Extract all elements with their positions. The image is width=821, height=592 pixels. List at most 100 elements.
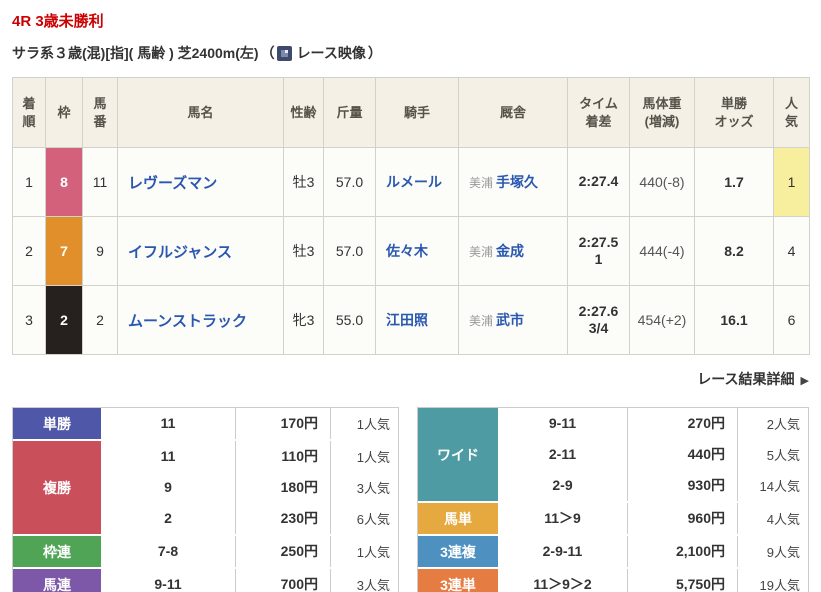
- paren-close: ）: [367, 45, 382, 61]
- popularity: 5人気: [766, 448, 800, 463]
- stable-area: 美浦: [469, 176, 494, 190]
- race-conditions: サラ系３歳(混)[指]( 馬齢 ) 芝2400m(左) （ レース映像 ）: [12, 43, 809, 63]
- popularity: 9人気: [766, 545, 800, 560]
- payout-table-left: 単勝 11 170円 1人気 複勝 11 110円 1人気 9 180円 3人気 2 230円…: [12, 407, 399, 592]
- favorite-rank: 1: [773, 147, 810, 217]
- col-body-weight: 馬体重 (増減): [629, 77, 695, 148]
- result-row-2: 2 7 9 イフルジャンス 牡3 57.0 佐々木 美浦 金成 2:27.5 1 4…: [12, 216, 810, 286]
- payout-group-trifecta: 3連単 11＞9＞2 5,750円 19人気: [418, 569, 808, 592]
- results-table: 着順 枠 馬番 馬名 性齢 斤量 騎手 厩舎 タイム 着差 馬体重 (増減) 単勝オ…: [12, 77, 810, 355]
- combination: 11: [101, 441, 236, 472]
- favorite-rank: 4: [773, 216, 810, 286]
- sex-age: 牡3: [283, 147, 324, 217]
- stable-area: 美浦: [469, 314, 494, 328]
- popularity: 1人気: [356, 545, 390, 560]
- bet-type-label: ワイド: [418, 408, 498, 501]
- combination: 2: [101, 503, 236, 534]
- col-bracket: 枠: [45, 77, 83, 148]
- carried-weight: 57.0: [323, 216, 376, 286]
- col-stable: 厩舎: [458, 77, 568, 148]
- win-odds: 1.7: [694, 147, 774, 217]
- finish-position: 2: [12, 216, 46, 286]
- bracket-badge: 8: [46, 148, 82, 216]
- popularity: 3人気: [356, 578, 390, 592]
- payout-row: 7-8 250円 1人気: [101, 536, 398, 567]
- combination: 2-11: [498, 439, 628, 470]
- payout-amount: 270円: [628, 408, 738, 439]
- bet-type-label: 3連複: [418, 536, 498, 567]
- col-favorite: 人気: [773, 77, 810, 148]
- bet-type-label: 馬連: [13, 569, 101, 592]
- result-row-3: 3 2 2 ムーンストラック 牝3 55.0 江田照 美浦 武市 2:27.6 3/…: [12, 285, 810, 355]
- trainer-link[interactable]: 手塚久: [496, 174, 538, 190]
- jockey-link[interactable]: 江田照: [386, 312, 428, 328]
- results-header-row: 着順 枠 馬番 馬名 性齢 斤量 騎手 厩舎 タイム 着差 馬体重 (増減) 単勝オ…: [12, 77, 810, 148]
- bet-type-label: 3連単: [418, 569, 498, 592]
- race-video-label: レース映像: [296, 45, 366, 61]
- popularity: 1人気: [356, 417, 390, 432]
- bet-type-label: 枠連: [13, 536, 101, 567]
- payout-amount: 230円: [236, 503, 331, 534]
- payout-row: 2-11 440円 5人気: [498, 439, 808, 470]
- bracket-badge: 2: [46, 286, 82, 354]
- payout-amount: 5,750円: [628, 569, 738, 592]
- combination: 11: [101, 408, 236, 439]
- carried-weight: 55.0: [323, 285, 376, 355]
- bracket-badge: 7: [46, 217, 82, 285]
- col-sex-age: 性齢: [283, 77, 324, 148]
- payout-group-quinella: 馬連 9-11 700円 3人気: [13, 569, 398, 592]
- payout-amount: 2,100円: [628, 536, 738, 567]
- stable-area: 美浦: [469, 245, 494, 259]
- horse-name-link[interactable]: ムーンストラック: [128, 313, 247, 330]
- body-weight: 440(-8): [629, 147, 695, 217]
- chevron-right-icon: ▶: [800, 375, 809, 387]
- time-margin: 2:27.6 3/4: [567, 285, 630, 355]
- popularity: 19人気: [759, 578, 800, 592]
- horse-name-link[interactable]: レヴーズマン: [128, 175, 217, 192]
- payout-row: 9-11 270円 2人気: [498, 408, 808, 439]
- combination: 2-9-11: [498, 536, 628, 567]
- popularity: 6人気: [356, 512, 390, 527]
- popularity: 3人気: [356, 481, 390, 496]
- col-carried-weight: 斤量: [323, 77, 376, 148]
- payout-amount: 180円: [236, 472, 331, 503]
- payout-group-place: 複勝 11 110円 1人気 9 180円 3人気 2 230円 6人気: [13, 441, 398, 534]
- horse-name-link[interactable]: イフルジャンス: [128, 244, 232, 261]
- body-weight: 454(+2): [629, 285, 695, 355]
- col-horse-name: 馬名: [117, 77, 284, 148]
- trainer-link[interactable]: 金成: [496, 243, 524, 259]
- payout-amount: 960円: [628, 503, 738, 534]
- popularity: 4人気: [766, 512, 800, 527]
- jockey-link[interactable]: ルメール: [386, 174, 442, 190]
- payout-amount: 700円: [236, 569, 331, 592]
- video-icon: [276, 45, 292, 61]
- combination: 11＞9＞2: [498, 569, 628, 592]
- payout-table-right: ワイド 9-11 270円 2人気 2-11 440円 5人気 2-9 930円 14人気 …: [417, 407, 809, 592]
- trainer-link[interactable]: 武市: [496, 312, 524, 328]
- payout-row: 11 110円 1人気: [101, 441, 398, 472]
- payout-row: 9 180円 3人気: [101, 472, 398, 503]
- col-jockey: 騎手: [375, 77, 459, 148]
- combination: 9: [101, 472, 236, 503]
- horse-number: 11: [82, 147, 118, 217]
- race-result-detail-link[interactable]: レース結果詳細 ▶: [697, 371, 809, 387]
- col-finish-position: 着順: [12, 77, 46, 148]
- payout-group-exacta: 馬単 11＞9 960円 4人気: [418, 503, 808, 534]
- finish-position: 1: [12, 147, 46, 217]
- bet-type-label: 単勝: [13, 408, 101, 439]
- payout-group-win: 単勝 11 170円 1人気: [13, 408, 398, 439]
- result-row-1: 1 8 11 レヴーズマン 牡3 57.0 ルメール 美浦 手塚久 2:27.4 …: [12, 147, 810, 217]
- favorite-rank: 6: [773, 285, 810, 355]
- race-title: 4R 3歳未勝利: [12, 13, 104, 30]
- col-time-margin: タイム 着差: [567, 77, 630, 148]
- payout-row: 11 170円 1人気: [101, 408, 398, 439]
- sex-age: 牡3: [283, 216, 324, 286]
- race-video-link[interactable]: レース映像: [276, 43, 366, 63]
- jockey-link[interactable]: 佐々木: [386, 243, 428, 259]
- combination: 9-11: [498, 408, 628, 439]
- popularity: 14人気: [759, 479, 800, 494]
- payout-row: 2-9-11 2,100円 9人気: [498, 536, 808, 567]
- finish-position: 3: [12, 285, 46, 355]
- time-margin: 2:27.4: [567, 147, 630, 217]
- payout-row: 2-9 930円 14人気: [498, 470, 808, 501]
